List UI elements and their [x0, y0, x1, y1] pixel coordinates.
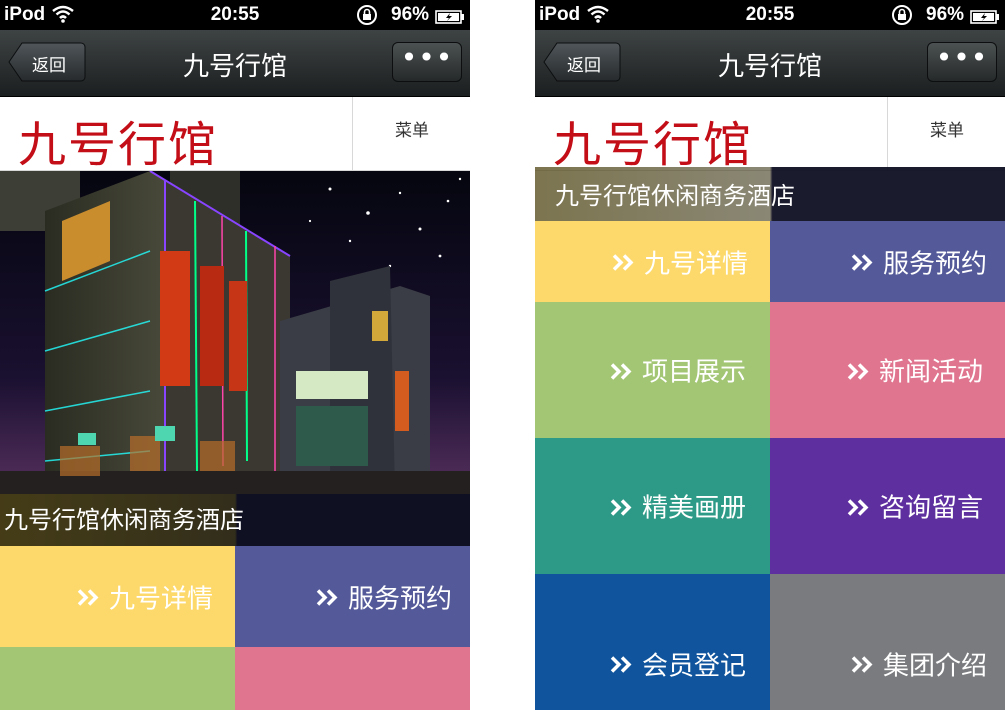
double-chevron-right-icon — [847, 358, 871, 388]
tile-label: 会员登记 — [641, 651, 746, 682]
site-logo[interactable]: 九号行馆 — [553, 105, 753, 175]
double-chevron-right-icon — [610, 358, 634, 388]
tile-label: 项目展示 — [641, 357, 746, 388]
more-options-button[interactable]: ••• — [392, 42, 462, 82]
tile-group-intro[interactable]: 集团介绍 — [770, 574, 1005, 710]
tile-label: 咨询留言 — [878, 493, 983, 524]
tile-news[interactable] — [235, 647, 470, 710]
battery-icon — [435, 8, 465, 30]
menu-link[interactable]: 菜单 — [887, 97, 1005, 170]
navigation-bar: 返回 九号行馆 ••• — [0, 30, 470, 97]
back-button-label: 返回 — [567, 56, 601, 76]
double-chevron-right-icon — [847, 494, 871, 524]
status-bar: iPod 20:55 96% — [0, 0, 470, 30]
menu-link[interactable]: 菜单 — [352, 97, 470, 170]
site-header: 九号行馆 菜单 — [535, 97, 1005, 173]
tile-details[interactable]: 九号详情 — [0, 546, 235, 647]
back-button[interactable]: 返回 — [8, 42, 86, 82]
tile-gallery[interactable]: 精美画册 — [535, 438, 770, 574]
tile-inquiry[interactable]: 咨询留言 — [770, 438, 1005, 574]
hotel-night-photo — [0, 171, 470, 546]
tile-label: 新闻活动 — [878, 357, 983, 388]
tile-details[interactable]: 九号详情 — [535, 221, 770, 302]
double-chevron-right-icon — [610, 494, 634, 524]
double-chevron-right-icon — [316, 585, 340, 615]
tile-label: 服务预约 — [882, 249, 987, 279]
double-chevron-right-icon — [77, 585, 101, 615]
rotation-lock-icon — [356, 4, 378, 32]
tile-label: 集团介绍 — [882, 651, 987, 682]
hero-banner-image[interactable]: 九号行馆休闲商务酒店 — [0, 171, 470, 546]
page-title: 九号行馆 — [182, 52, 287, 82]
double-chevron-right-icon — [612, 250, 636, 280]
tile-projects[interactable] — [0, 647, 235, 710]
tile-label: 九号详情 — [643, 249, 748, 279]
banner-caption: 九号行馆休闲商务酒店 — [535, 167, 1005, 221]
tile-booking[interactable]: 服务预约 — [770, 221, 1005, 302]
tile-label: 精美画册 — [641, 493, 746, 524]
site-logo[interactable]: 九号行馆 — [18, 105, 218, 175]
double-chevron-right-icon — [851, 250, 875, 280]
site-header: 九号行馆 菜单 — [0, 97, 470, 173]
battery-icon — [970, 8, 1000, 30]
phone-screen-home: iPod 20:55 96% 返回 九号行馆 ••• 九号行馆 菜单 九号行馆休… — [0, 0, 470, 710]
more-options-button[interactable]: ••• — [927, 42, 997, 82]
rotation-lock-icon — [891, 4, 913, 32]
double-chevron-right-icon — [851, 652, 875, 682]
tile-membership[interactable]: 会员登记 — [535, 574, 770, 710]
back-button-label: 返回 — [32, 56, 66, 76]
tile-booking[interactable]: 服务预约 — [235, 546, 470, 647]
tile-label: 服务预约 — [347, 584, 452, 614]
tile-projects[interactable]: 项目展示 — [535, 302, 770, 438]
page-title: 九号行馆 — [717, 52, 822, 82]
battery-percent: 96% — [391, 4, 430, 25]
double-chevron-right-icon — [610, 652, 634, 682]
battery-percent: 96% — [926, 4, 965, 25]
banner-caption: 九号行馆休闲商务酒店 — [0, 494, 470, 546]
phone-screen-scrolled: iPod 20:55 96% 返回 九号行馆 ••• 九号行馆 菜单 九号行馆休… — [535, 0, 1005, 710]
status-bar: iPod 20:55 96% — [535, 0, 1005, 30]
tile-news[interactable]: 新闻活动 — [770, 302, 1005, 438]
tile-label: 九号详情 — [108, 584, 213, 614]
back-button[interactable]: 返回 — [543, 42, 621, 82]
navigation-bar: 返回 九号行馆 ••• — [535, 30, 1005, 97]
